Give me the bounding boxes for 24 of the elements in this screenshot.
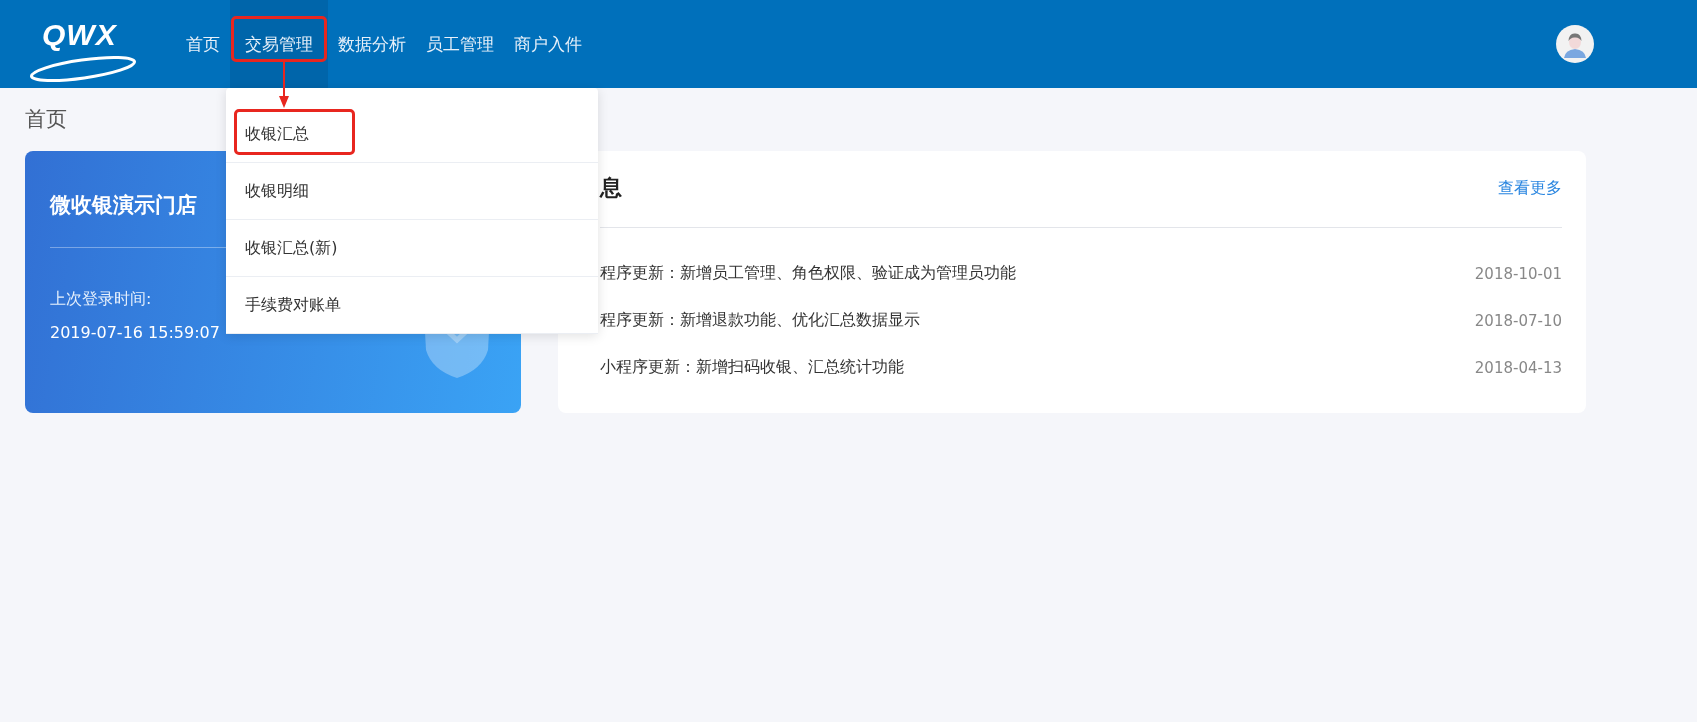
page-title: 首页 bbox=[25, 106, 68, 132]
menu-item[interactable]: 收银汇总(新) bbox=[226, 220, 598, 276]
message-date: 2018-10-01 bbox=[1474, 264, 1562, 283]
nav-item[interactable]: 交易管理 bbox=[230, 0, 328, 88]
nav-item[interactable]: 数据分析 bbox=[328, 0, 416, 88]
nav-item[interactable]: 商户入件 bbox=[504, 0, 592, 88]
annotation-arrow bbox=[279, 62, 289, 108]
message-text[interactable]: 小程序更新：新增扫码收银、汇总统计功能 bbox=[600, 357, 904, 378]
message-text[interactable]: 程序更新：新增员工管理、角色权限、验证成为管理员功能 bbox=[600, 263, 1016, 284]
menu-item[interactable]: 收银汇总 bbox=[226, 106, 598, 162]
message-date: 2018-07-10 bbox=[1474, 311, 1562, 330]
nav-item[interactable]: 员工管理 bbox=[416, 0, 504, 88]
more-link[interactable]: 查看更多 bbox=[1498, 177, 1562, 199]
logo-text[interactable]: QWX bbox=[42, 18, 117, 52]
message-date: 2018-04-13 bbox=[1474, 358, 1562, 377]
nav-item[interactable]: 首页 bbox=[176, 0, 230, 88]
login-time: 2019-07-16 15:59:07 bbox=[50, 322, 220, 344]
menu-item[interactable]: 收银明细 bbox=[226, 163, 598, 219]
shield-icon bbox=[424, 334, 490, 378]
message-text[interactable]: 程序更新：新增退款功能、优化汇总数据显示 bbox=[600, 310, 920, 331]
store-name: 微收银演示门店 bbox=[50, 192, 198, 219]
panel-title: 息 bbox=[600, 174, 622, 202]
avatar-icon[interactable] bbox=[1556, 25, 1594, 63]
login-label: 上次登录时间: bbox=[50, 288, 152, 310]
